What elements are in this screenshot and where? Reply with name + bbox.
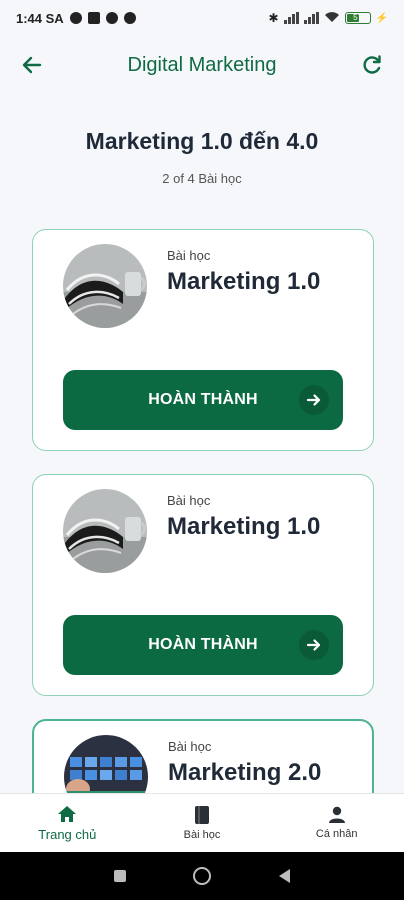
lesson-name: Marketing 2.0: [168, 759, 322, 786]
arrow-left-icon: [22, 56, 42, 74]
wifi-icon: [324, 11, 340, 26]
nav-item-profile[interactable]: Cá nhân: [269, 794, 404, 852]
youtube-icon: [87, 12, 100, 24]
nav-label: Bài học: [183, 829, 221, 841]
signal-icon: [303, 12, 319, 24]
bluetooth-icon: ✱: [268, 11, 279, 25]
app-title: Digital Marketing: [127, 53, 277, 76]
recents-button[interactable]: [113, 870, 126, 882]
status-bar: 1:44 SA ✱ 57 ⚡: [0, 0, 404, 36]
page-title: Marketing 1.0 đến 4.0: [85, 128, 319, 154]
arrow-right-icon: [299, 385, 329, 415]
lesson-card[interactable]: Bài học Marketing 1.0 HOÀN THÀNH: [32, 229, 374, 451]
home-button[interactable]: [193, 867, 212, 885]
nav-label: Trang chủ: [38, 826, 97, 842]
status-time: 1:44 SA: [16, 10, 64, 26]
back-nav-button[interactable]: [279, 869, 291, 883]
lesson-label: Bài học: [168, 739, 212, 754]
lesson-progress: 2 of 4 Bài học: [162, 171, 242, 186]
refresh-icon: [363, 55, 381, 74]
nav-item-lessons[interactable]: Bài học: [135, 794, 270, 852]
complete-button[interactable]: HOÀN THÀNH: [63, 370, 343, 430]
lesson-name: Marketing 1.0: [167, 268, 321, 295]
refresh-button[interactable]: [356, 49, 388, 81]
book-icon: [195, 806, 209, 824]
alarm-icon: [69, 12, 82, 24]
notification-icon: [105, 12, 118, 24]
complete-button-label: HOÀN THÀNH: [148, 636, 258, 653]
lesson-label: Bài học: [167, 493, 211, 508]
system-nav-bar: [0, 852, 404, 900]
complete-button[interactable]: HOÀN THÀNH: [63, 615, 343, 675]
lesson-card[interactable]: Bài học Marketing 1.0 HOÀN THÀNH: [32, 474, 374, 696]
back-button[interactable]: [16, 49, 48, 81]
app-bar: Digital Marketing: [0, 36, 404, 94]
lesson-label: Bài học: [167, 248, 211, 263]
complete-button-label: HOÀN THÀNH: [148, 391, 258, 408]
person-icon: [328, 806, 345, 823]
nav-label: Cá nhân: [315, 828, 358, 840]
bottom-nav: Trang chủ Bài học Cá nhân: [0, 793, 404, 852]
lesson-name: Marketing 1.0: [167, 513, 321, 540]
arrow-right-icon: [299, 630, 329, 660]
nav-item-home[interactable]: Trang chủ: [0, 794, 135, 852]
lesson-thumbnail: [63, 489, 147, 573]
notification-icon: [123, 12, 136, 24]
battery-icon: 57: [344, 12, 371, 24]
signal-icon: [283, 12, 299, 24]
home-icon: [58, 805, 77, 822]
charging-icon: ⚡: [375, 12, 388, 24]
lesson-thumbnail: [63, 244, 147, 328]
